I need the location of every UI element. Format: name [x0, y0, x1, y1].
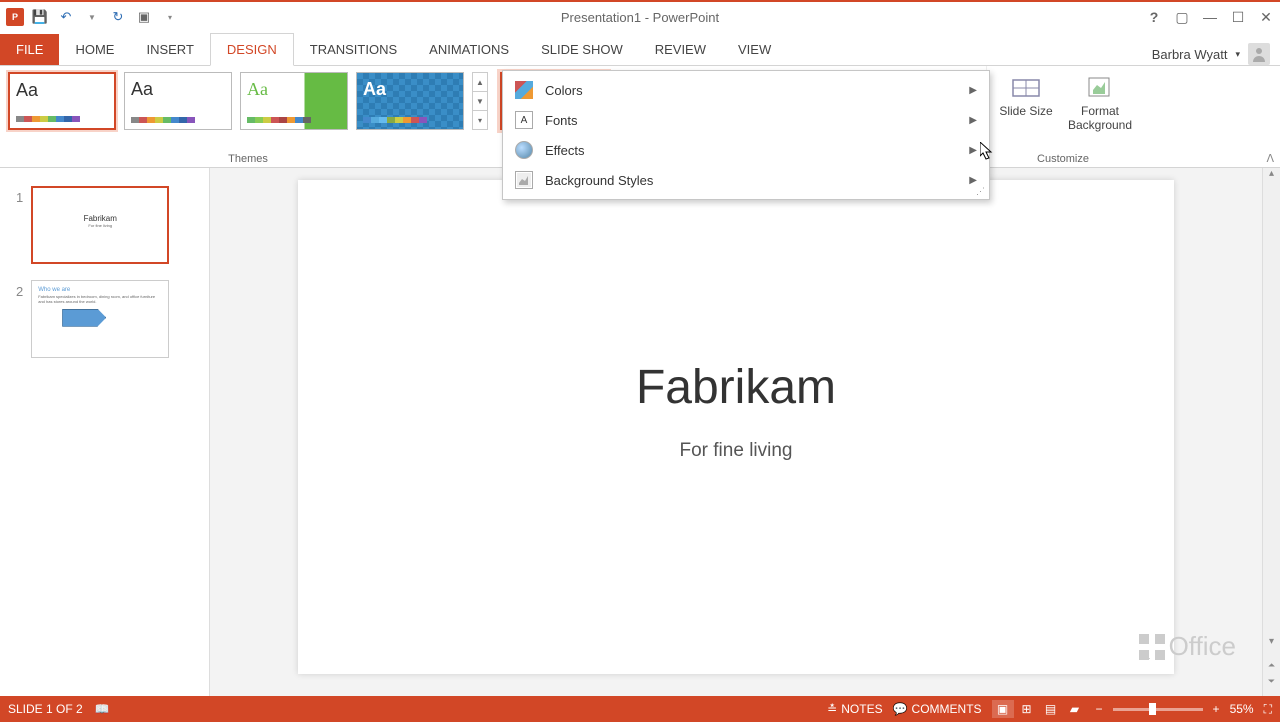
mini-arrow-shape: [62, 309, 106, 327]
tab-design[interactable]: DESIGN: [210, 33, 294, 66]
zoom-out-button[interactable]: −: [1096, 702, 1103, 716]
themes-gallery-spinner[interactable]: ▲ ▼ ▾: [472, 72, 488, 130]
menu-fonts-label: Fonts: [545, 113, 578, 128]
format-background-button[interactable]: Format Background: [1065, 72, 1135, 133]
submenu-arrow-icon: ▶: [969, 175, 977, 186]
normal-view-button[interactable]: ▣: [992, 700, 1014, 718]
view-buttons: ▣ ⊞ ▤ ▰: [992, 700, 1086, 718]
spell-check-icon[interactable]: 📖: [95, 702, 110, 716]
notes-button[interactable]: ≛ NOTES: [827, 702, 882, 716]
themes-group-label: Themes: [8, 153, 488, 167]
slide-sorter-view-button[interactable]: ⊞: [1016, 700, 1038, 718]
tab-file[interactable]: FILE: [0, 34, 59, 65]
undo-button[interactable]: ↶: [56, 7, 76, 27]
submenu-arrow-icon: ▶: [969, 115, 977, 126]
start-from-beginning-button[interactable]: ▣: [134, 7, 154, 27]
fit-to-window-button[interactable]: ⛶: [1264, 702, 1272, 717]
comments-button[interactable]: 💬 COMMENTS: [893, 702, 982, 716]
content-area: 1 Fabrikam For fine living 2 Who we are …: [0, 168, 1280, 696]
tab-transitions[interactable]: TRANSITIONS: [294, 34, 413, 65]
menu-effects[interactable]: Effects ▶: [503, 135, 989, 165]
collapse-ribbon-button[interactable]: ᐱ: [1266, 152, 1274, 165]
tab-animations[interactable]: ANIMATIONS: [413, 34, 525, 65]
slideshow-view-button[interactable]: ▰: [1064, 700, 1086, 718]
window-title: Presentation1 - PowerPoint: [561, 10, 719, 25]
thumbnail-slide-2[interactable]: 2 Who we are Fabrikam specializes in bed…: [0, 280, 209, 374]
tab-home[interactable]: HOME: [59, 34, 130, 65]
submenu-arrow-icon: ▶: [969, 145, 977, 156]
theme-integral[interactable]: Aa: [356, 72, 464, 130]
zoom-in-button[interactable]: +: [1213, 702, 1220, 716]
submenu-arrow-icon: ▶: [969, 85, 977, 96]
theme-variant-1[interactable]: Aa: [124, 72, 232, 130]
slide-counter[interactable]: SLIDE 1 OF 2: [8, 702, 83, 716]
menu-background-styles[interactable]: Background Styles ▶: [503, 165, 989, 195]
user-area[interactable]: Barbra Wyatt ▾: [1152, 43, 1280, 65]
scroll-down-button[interactable]: ▾: [1263, 636, 1280, 652]
save-button[interactable]: 💾: [30, 7, 50, 27]
menu-fonts[interactable]: A Fonts ▶: [503, 105, 989, 135]
avatar[interactable]: [1248, 43, 1270, 65]
theme-facet[interactable]: Aa: [240, 72, 348, 130]
maximize-button[interactable]: ☐: [1224, 6, 1252, 28]
thumbnail-preview-2[interactable]: Who we are Fabrikam specializes in bedro…: [31, 280, 169, 358]
scroll-up-button[interactable]: ▴: [1263, 168, 1280, 184]
statusbar: SLIDE 1 OF 2 📖 ≛ NOTES 💬 COMMENTS ▣ ⊞ ▤ …: [0, 696, 1280, 722]
thumbnail-slide-1[interactable]: 1 Fabrikam For fine living: [0, 186, 209, 280]
thumbnail-number: 2: [16, 284, 23, 299]
user-name: Barbra Wyatt: [1152, 47, 1228, 62]
reading-view-button[interactable]: ▤: [1040, 700, 1062, 718]
slide-canvas[interactable]: Fabrikam For fine living 1: [298, 180, 1174, 674]
window-controls: ? ▢ — ☐ ✕: [1140, 6, 1280, 28]
menu-colors[interactable]: Colors ▶: [503, 75, 989, 105]
quick-access-toolbar: P 💾 ↶ ▼ ↻ ▣ ▾: [0, 7, 180, 27]
slide-page-number: 1: [1144, 651, 1150, 662]
format-background-label: Format Background: [1065, 104, 1135, 133]
theme-office[interactable]: Aa: [8, 72, 116, 130]
themes-group: Aa Aa Aa Aa ▲ ▼ ▾ Themes: [0, 66, 492, 167]
thumbnail-number: 1: [16, 190, 23, 205]
tab-insert[interactable]: INSERT: [130, 34, 209, 65]
titlebar: P 💾 ↶ ▼ ↻ ▣ ▾ Presentation1 - PowerPoint…: [0, 2, 1280, 32]
customize-group-label: Customize: [991, 153, 1135, 167]
tab-view[interactable]: VIEW: [722, 34, 787, 65]
redo-button[interactable]: ↻: [108, 7, 128, 27]
close-button[interactable]: ✕: [1252, 6, 1280, 28]
user-dropdown-icon: ▾: [1235, 49, 1240, 60]
powerpoint-icon: P: [6, 8, 24, 26]
slide-subtitle[interactable]: For fine living: [298, 440, 1174, 462]
thumbnail-preview-1[interactable]: Fabrikam For fine living: [31, 186, 169, 264]
slide-size-label: Slide Size: [999, 104, 1052, 118]
help-button[interactable]: ?: [1140, 6, 1168, 28]
themes-expand[interactable]: ▾: [473, 111, 487, 129]
themes-scroll-down[interactable]: ▼: [473, 92, 487, 111]
customize-group: Slide Size Format Background Customize: [986, 66, 1139, 167]
menu-bgstyles-label: Background Styles: [545, 173, 653, 188]
undo-dropdown[interactable]: ▼: [82, 7, 102, 27]
ribbon-display-options-button[interactable]: ▢: [1168, 6, 1196, 28]
ribbon-tabs: FILE HOME INSERT DESIGN TRANSITIONS ANIM…: [0, 32, 1280, 66]
variants-dropdown-menu: Colors ▶ A Fonts ▶ Effects ▶ Background …: [502, 70, 990, 200]
slide-thumbnail-panel: 1 Fabrikam For fine living 2 Who we are …: [0, 168, 210, 696]
tab-slideshow[interactable]: SLIDE SHOW: [525, 34, 639, 65]
tab-review[interactable]: REVIEW: [639, 34, 722, 65]
menu-resize-grip[interactable]: ⋰: [976, 186, 985, 197]
menu-colors-label: Colors: [545, 83, 583, 98]
menu-effects-label: Effects: [545, 143, 585, 158]
vertical-scrollbar[interactable]: ▴ ▾ ⏶ ⏷: [1262, 168, 1280, 696]
next-slide-button[interactable]: ⏷: [1263, 676, 1280, 690]
zoom-level[interactable]: 55%: [1230, 702, 1254, 716]
slide-title[interactable]: Fabrikam: [298, 360, 1174, 415]
slide-editor: Fabrikam For fine living 1 Office: [210, 168, 1262, 696]
zoom-slider[interactable]: [1113, 708, 1203, 711]
qat-customize-dropdown[interactable]: ▾: [160, 7, 180, 27]
prev-slide-button[interactable]: ⏶: [1263, 660, 1280, 674]
minimize-button[interactable]: —: [1196, 6, 1224, 28]
slide-size-button[interactable]: Slide Size: [991, 72, 1061, 133]
themes-scroll-up[interactable]: ▲: [473, 73, 487, 92]
